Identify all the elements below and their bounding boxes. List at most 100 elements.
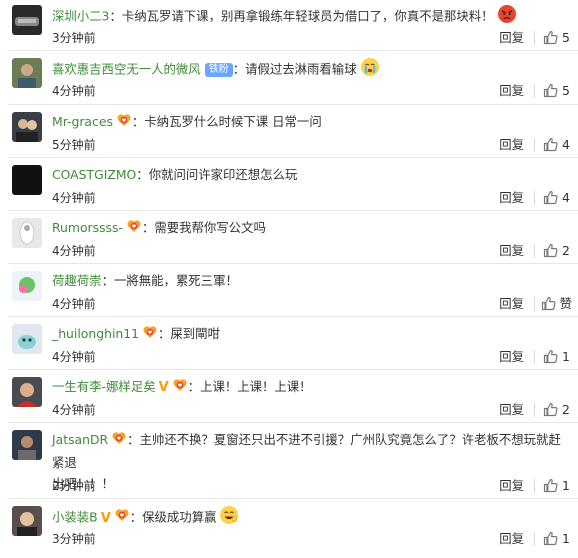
thumbs-up-icon bbox=[543, 137, 562, 152]
verified-v-icon: V bbox=[158, 380, 169, 395]
colon-separator: ： bbox=[158, 326, 171, 341]
avatar[interactable] bbox=[12, 324, 42, 354]
comment-text: 屎到閘咁 bbox=[170, 326, 220, 341]
colon-separator: ： bbox=[109, 8, 122, 24]
like-button[interactable]: 1 bbox=[543, 478, 572, 494]
username-link[interactable]: Mr-graces bbox=[52, 114, 113, 129]
action-divider bbox=[534, 479, 535, 493]
action-divider bbox=[534, 244, 535, 258]
member-heart-icon bbox=[114, 507, 130, 529]
comment-item: Mr-graces ：卡纳瓦罗什么时候下课 日常一问 5分钟前 回复 4 bbox=[0, 105, 578, 158]
reply-button[interactable]: 回复 bbox=[499, 243, 524, 259]
member-heart-icon bbox=[142, 324, 158, 346]
reply-button[interactable]: 回复 bbox=[499, 190, 524, 206]
avatar[interactable] bbox=[12, 218, 42, 248]
like-count: 2 bbox=[562, 243, 570, 258]
comment-time: 3分钟前 bbox=[52, 31, 96, 45]
like-button[interactable]: 2 bbox=[543, 402, 572, 418]
avatar[interactable] bbox=[12, 377, 42, 407]
crying-emoji bbox=[360, 57, 380, 83]
comment-item: 深圳小二3：卡纳瓦罗请下课，别再拿锻练年轻球员为借口了，你真不是那块料！ 3分钟前… bbox=[0, 0, 578, 51]
comment-time: 2分钟前 bbox=[52, 479, 96, 493]
comment-time: 4分钟前 bbox=[52, 403, 96, 417]
like-button[interactable]: 1 bbox=[543, 531, 572, 547]
like-button[interactable]: 4 bbox=[543, 190, 572, 206]
colon-separator: ： bbox=[187, 379, 201, 394]
comment-time: 4分钟前 bbox=[52, 350, 96, 364]
action-divider bbox=[534, 532, 535, 546]
thumbs-up-icon bbox=[543, 402, 562, 417]
like-count: 4 bbox=[562, 137, 570, 152]
colon-separator: ： bbox=[101, 273, 114, 288]
username-link[interactable]: _huilonghin11 bbox=[52, 326, 139, 341]
comment-item: 一生有李-娜样足矣 V ：上课！上课！上课！ 4分钟前 回复 2 bbox=[0, 370, 578, 423]
reply-button[interactable]: 回复 bbox=[499, 137, 524, 153]
comment-item: COASTGIZMO：你就问问许家印还想怎么玩 4分钟前 回复 4 bbox=[0, 158, 578, 211]
reply-button[interactable]: 回复 bbox=[499, 83, 524, 99]
action-divider bbox=[534, 297, 535, 311]
reply-button[interactable]: 回复 bbox=[499, 478, 524, 494]
username-link[interactable]: JatsanDR bbox=[52, 432, 108, 447]
fan-badge: 铁粉 bbox=[204, 63, 233, 77]
colon-separator: ： bbox=[136, 167, 149, 182]
member-heart-icon bbox=[126, 218, 142, 240]
like-button[interactable]: 5 bbox=[543, 30, 572, 46]
reply-button[interactable]: 回复 bbox=[499, 30, 524, 46]
like-count: 4 bbox=[562, 190, 570, 205]
username-link[interactable]: Rumorssss- bbox=[52, 220, 123, 235]
username-link[interactable]: 深圳小二3 bbox=[52, 9, 109, 24]
avatar[interactable] bbox=[12, 506, 42, 536]
like-count: 5 bbox=[562, 83, 570, 98]
reply-button[interactable]: 回复 bbox=[499, 402, 524, 418]
comment-time: 4分钟前 bbox=[52, 297, 96, 311]
comment-time: 3分钟前 bbox=[52, 532, 96, 546]
thumbs-up-icon bbox=[543, 83, 562, 98]
comment-item: 荷趣荷崇：一將無能，累死三軍！ 4分钟前 回复 赞 bbox=[0, 264, 578, 317]
like-count: 2 bbox=[562, 402, 570, 417]
like-button[interactable]: 1 bbox=[543, 349, 572, 365]
like-button[interactable]: 4 bbox=[543, 137, 572, 153]
avatar[interactable] bbox=[12, 271, 42, 301]
username-link[interactable]: 一生有李-娜样足矣 bbox=[52, 379, 156, 394]
colon-separator: ： bbox=[232, 61, 246, 77]
colon-separator: ： bbox=[127, 432, 140, 447]
comment-item: JatsanDR ：主帅还不换？夏窗还只出不进不引援？广州队究竟怎么了？许老板不想… bbox=[0, 423, 578, 499]
avatar[interactable] bbox=[12, 5, 42, 35]
reply-button[interactable]: 回复 bbox=[499, 296, 524, 312]
like-button[interactable]: 5 bbox=[543, 83, 572, 99]
comment-text: 需要我帮你写公文吗 bbox=[154, 220, 266, 235]
member-heart-icon bbox=[172, 377, 188, 399]
reply-button[interactable]: 回复 bbox=[499, 531, 524, 547]
comment-item: _huilonghin11 ：屎到閘咁 4分钟前 回复 1 bbox=[0, 317, 578, 370]
grin-emoji bbox=[219, 505, 239, 531]
avatar[interactable] bbox=[12, 112, 42, 142]
username-link[interactable]: 喜欢惠吉西空无一人的微风 bbox=[52, 62, 201, 77]
avatar[interactable] bbox=[12, 430, 42, 460]
username-link[interactable]: 小装装B bbox=[52, 510, 98, 525]
verified-v-icon: V bbox=[100, 510, 111, 526]
username-link[interactable]: 荷趣荷崇 bbox=[52, 273, 102, 288]
colon-separator: ： bbox=[129, 509, 143, 525]
action-divider bbox=[534, 191, 535, 205]
comment-time: 4分钟前 bbox=[52, 84, 96, 98]
like-count: 赞 bbox=[559, 296, 572, 311]
username-link[interactable]: COASTGIZMO bbox=[52, 167, 136, 182]
member-heart-icon bbox=[111, 430, 127, 452]
thumbs-up-icon bbox=[543, 243, 562, 258]
action-divider bbox=[534, 31, 535, 45]
comment-time: 5分钟前 bbox=[52, 138, 96, 152]
avatar[interactable] bbox=[12, 165, 42, 195]
action-divider bbox=[534, 84, 535, 98]
thumbs-up-icon bbox=[543, 531, 562, 546]
avatar[interactable] bbox=[12, 58, 42, 88]
comment-text: 卡纳瓦罗请下课，别再拿锻练年轻球员为借口了，你真不是那块料！ bbox=[121, 8, 494, 24]
reply-button[interactable]: 回复 bbox=[499, 349, 524, 365]
comment-time: 4分钟前 bbox=[52, 191, 96, 205]
comment-text: 上课！上课！上课！ bbox=[200, 379, 312, 394]
comment-text: 一將無能，累死三軍！ bbox=[113, 273, 238, 288]
comment-text: 保级成功算赢 bbox=[142, 509, 217, 525]
like-button[interactable]: 赞 bbox=[541, 296, 572, 312]
like-button[interactable]: 2 bbox=[543, 243, 572, 259]
action-divider bbox=[534, 403, 535, 417]
thumbs-up-icon bbox=[543, 478, 562, 493]
